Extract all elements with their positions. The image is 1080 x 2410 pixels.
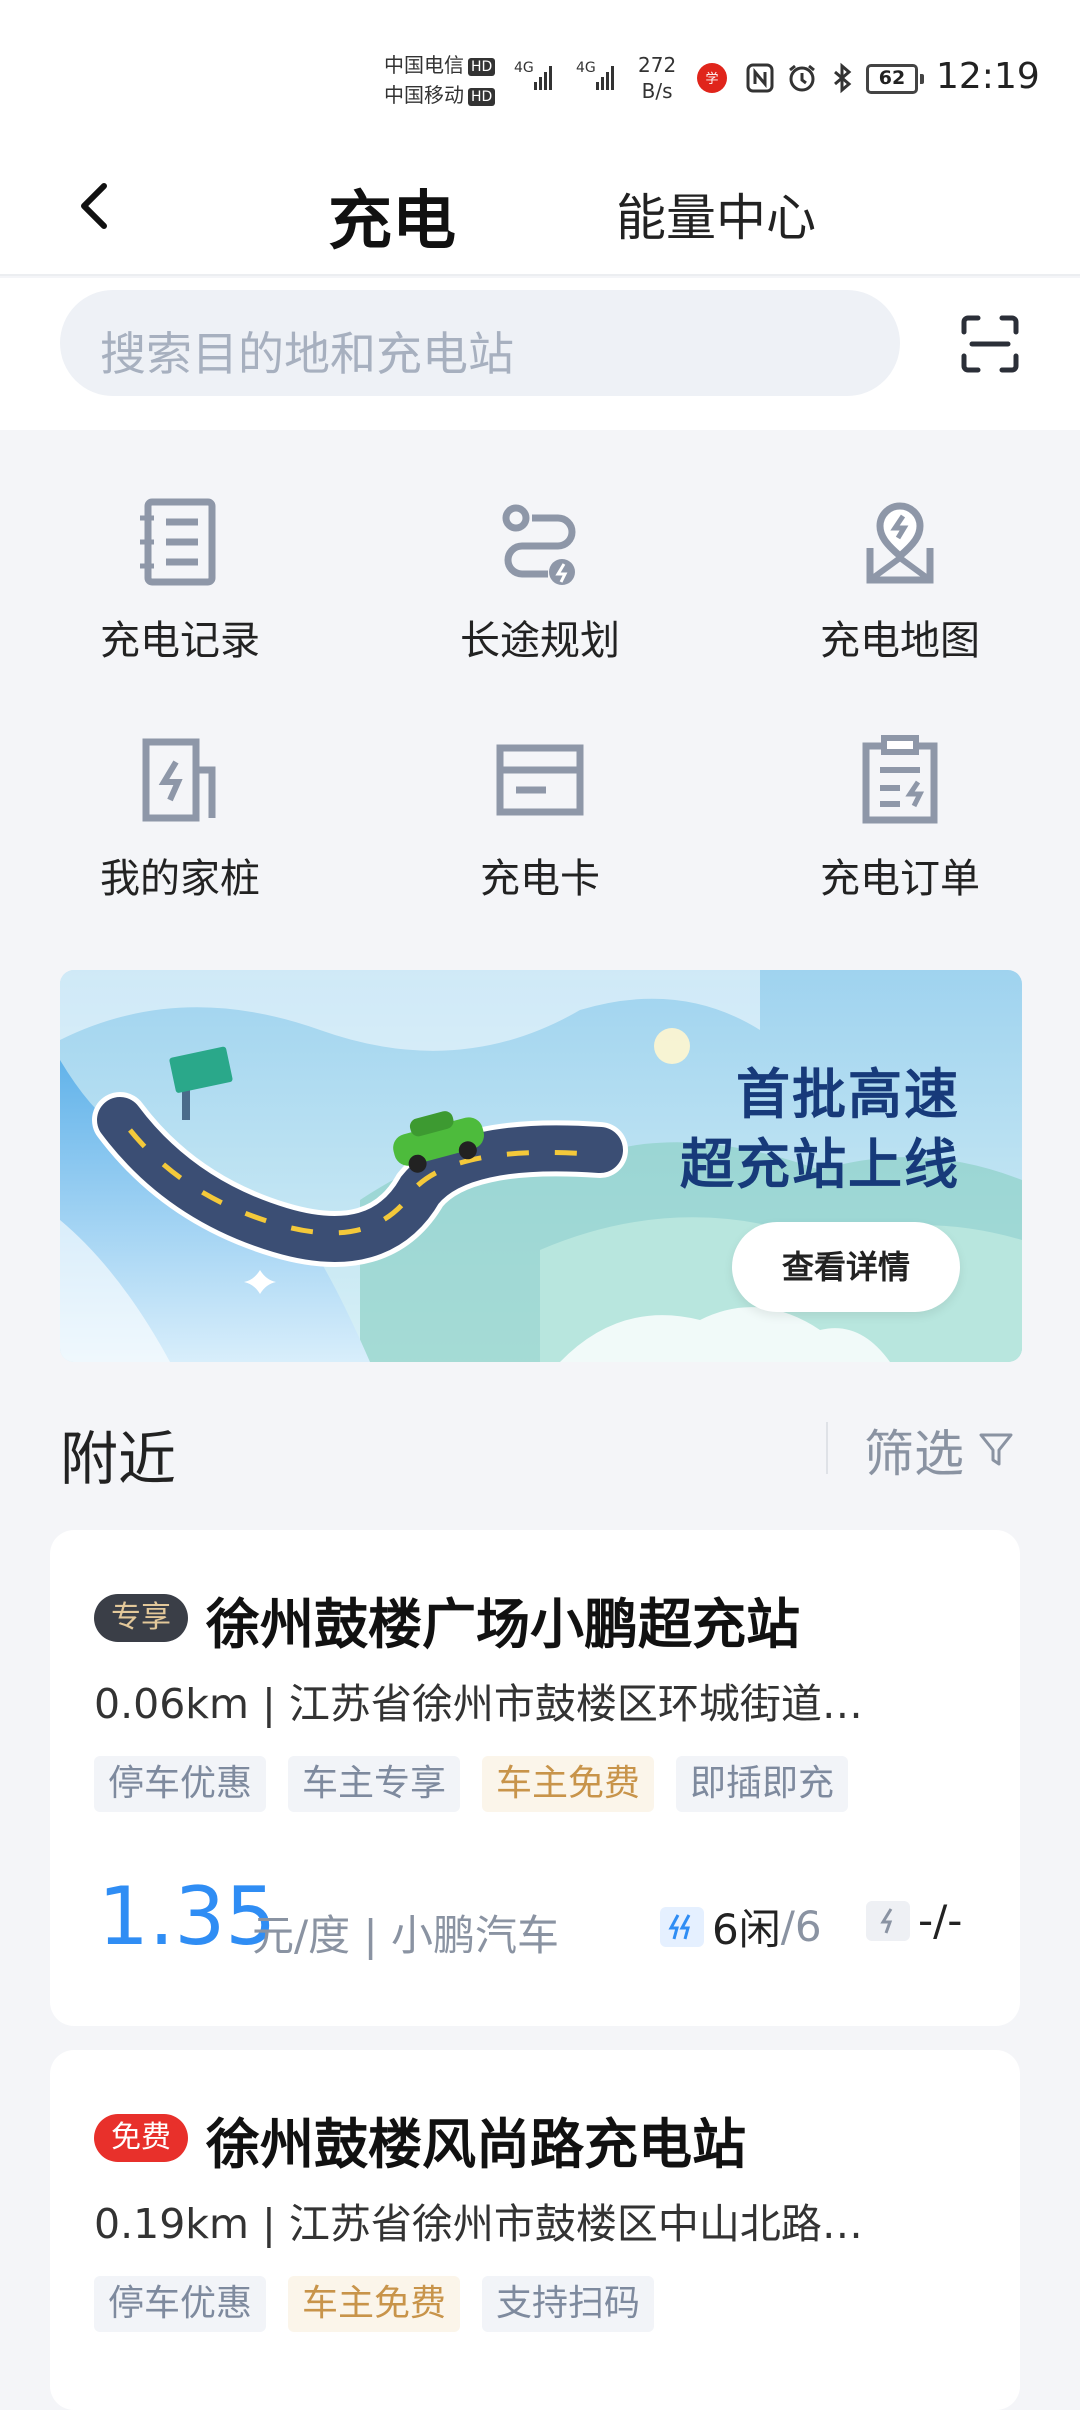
menu-home-charger[interactable]: 我的家桩 <box>0 712 360 954</box>
banner-headline-1: 首批高速 <box>736 1063 960 1126</box>
alarm-icon <box>789 64 815 92</box>
menu-charging-card[interactable]: 充电卡 <box>360 712 720 954</box>
station-card[interactable]: 专享 徐州鼓楼广场小鹏超充站 0.06km | 江苏省徐州市鼓楼区环城街道… 停… <box>50 1530 1020 2026</box>
filter-icon <box>979 1433 1013 1466</box>
nfc-icon <box>746 63 774 93</box>
nearby-title: 附近 <box>60 1425 177 1493</box>
station-address: 0.06km | 江苏省徐州市鼓楼区环城街道… <box>94 1680 863 1728</box>
net-speed-value: 272 <box>638 53 677 77</box>
carrier-info: 中国电信 HD 中国移动 HD <box>384 50 496 110</box>
free-badge: 免费 <box>94 2114 188 2162</box>
scan-icon[interactable] <box>960 314 1020 374</box>
slow-count: -/- <box>918 1896 963 1945</box>
carrier-2: 中国移动 <box>384 83 464 107</box>
map-pin-icon <box>866 502 934 584</box>
fast-charger-availability: 6闲/6 <box>660 1896 822 1957</box>
search-placeholder: 搜索目的地和充电站 <box>100 327 514 381</box>
view-details-button[interactable]: 查看详情 <box>732 1222 960 1312</box>
route-icon <box>502 504 576 585</box>
hd-badge: HD <box>468 87 496 106</box>
menu-label: 充电订单 <box>820 856 980 902</box>
tag: 车主专享 <box>288 1756 461 1812</box>
hd-badge: HD <box>468 57 496 76</box>
menu-label: 充电地图 <box>820 618 980 664</box>
menu-label: 我的家桩 <box>100 856 260 902</box>
battery-indicator: 62 <box>866 64 924 94</box>
signal-icon <box>534 62 556 90</box>
svg-text:学: 学 <box>705 71 718 87</box>
menu-charging-order[interactable]: 充电订单 <box>720 712 1080 954</box>
net-speed: 272 B/s <box>638 52 676 104</box>
top-nav: 充电 能量中心 <box>0 150 1080 276</box>
net-speed-unit: B/s <box>641 79 673 103</box>
search-input[interactable]: 搜索目的地和充电站 <box>60 290 900 396</box>
menu-label: 充电卡 <box>480 856 600 902</box>
station-address: 0.19km | 江苏省徐州市鼓楼区中山北路… <box>94 2200 863 2248</box>
tab-energy-center[interactable]: 能量中心 <box>616 178 816 250</box>
station-card[interactable]: 免费 徐州鼓楼风尚路充电站 0.19km | 江苏省徐州市鼓楼区中山北路… 停车… <box>50 2050 1020 2410</box>
quick-menu: 充电记录 长途规划 充电地图 我的家桩 充电卡 充电订单 <box>0 470 1080 954</box>
app-notification-icon: 学 <box>697 63 727 93</box>
exclusive-badge: 专享 <box>94 1594 188 1642</box>
price-unit-operator: 元/度 | 小鹏汽车 <box>252 1911 560 1960</box>
divider <box>826 1422 828 1474</box>
filter-label: 筛选 <box>864 1425 964 1483</box>
home-charger-icon <box>142 738 216 822</box>
station-tags: 停车优惠 车主免费 支持扫码 <box>94 2276 655 2332</box>
station-name: 徐州鼓楼风尚路充电站 <box>206 2113 746 2176</box>
back-arrow-icon[interactable] <box>66 170 126 240</box>
network-type-2: 4G <box>576 60 596 76</box>
tag: 即插即充 <box>676 1756 849 1812</box>
menu-label: 长途规划 <box>460 618 620 664</box>
menu-long-trip[interactable]: 长途规划 <box>360 470 720 712</box>
search-bar: 搜索目的地和充电站 <box>0 278 1080 430</box>
signal-icon <box>596 62 618 90</box>
fast-total-count: /6 <box>780 1902 822 1951</box>
filter-button[interactable]: 筛选 <box>864 1414 1014 1486</box>
slow-charger-availability: -/- <box>866 1896 962 1945</box>
record-icon <box>140 498 216 586</box>
clock: 12:19 <box>936 56 1040 97</box>
order-icon <box>862 735 938 824</box>
network-type-1: 4G <box>514 60 534 76</box>
status-bar: 中国电信 HD 中国移动 HD 4G 4G 272 B/s 学 62 12:19 <box>0 0 1080 150</box>
fast-charge-icon <box>660 1906 704 1947</box>
slow-charge-icon <box>866 1900 910 1941</box>
station-tags: 停车优惠 车主专享 车主免费 即插即充 <box>94 1756 849 1812</box>
tag: 车主免费 <box>482 1756 655 1812</box>
card-icon <box>496 744 584 816</box>
menu-charging-map[interactable]: 充电地图 <box>720 470 1080 712</box>
fast-free-count: 6闲 <box>712 1905 781 1954</box>
promo-banner[interactable]: 首批高速 超充站上线 查看详情 <box>60 970 1022 1362</box>
tag: 停车优惠 <box>94 2276 267 2332</box>
tag: 停车优惠 <box>94 1756 267 1812</box>
menu-label: 充电记录 <box>100 618 260 664</box>
bluetooth-icon <box>834 62 852 94</box>
tag: 车主免费 <box>288 2276 461 2332</box>
menu-charging-record[interactable]: 充电记录 <box>0 470 360 712</box>
tab-charging[interactable]: 充电 <box>328 170 456 262</box>
banner-headline-2: 超充站上线 <box>680 1133 960 1196</box>
carrier-1: 中国电信 <box>384 53 464 77</box>
price: 1.35 <box>98 1870 277 1963</box>
tag: 支持扫码 <box>482 2276 655 2332</box>
station-name: 徐州鼓楼广场小鹏超充站 <box>206 1593 800 1656</box>
